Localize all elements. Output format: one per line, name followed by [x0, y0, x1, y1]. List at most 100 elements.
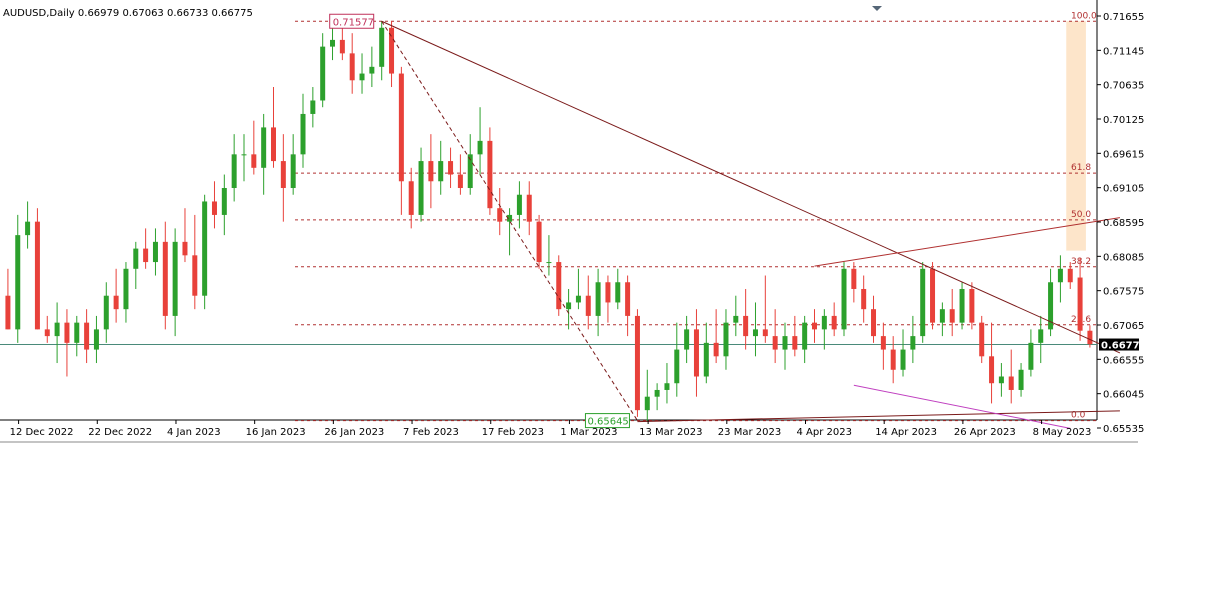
fib-label-61-8: 61.8 — [1071, 163, 1091, 173]
candle-body — [664, 383, 670, 390]
candle-body — [123, 268, 129, 310]
candle-body — [654, 389, 660, 397]
candle-body — [74, 322, 80, 343]
candle-body — [703, 342, 709, 377]
candle-body — [851, 268, 857, 289]
candle-body — [743, 315, 749, 337]
candle-body — [723, 322, 729, 357]
candle-body — [546, 262, 552, 264]
candle-body — [359, 73, 365, 81]
candle-body — [64, 322, 70, 343]
chart-header: AUDUSD,Daily 0.66979 0.67063 0.66733 0.6… — [3, 8, 253, 19]
candle-body — [408, 181, 414, 215]
candlestick-chart[interactable]: 100.061.850.038.223.60.00.715770.656450.… — [0, 0, 1222, 602]
candle-body — [526, 194, 532, 222]
candle-body — [418, 161, 424, 215]
candle-body — [900, 349, 906, 370]
candle-body — [782, 336, 788, 350]
y-tick-label: 0.70635 — [1103, 81, 1144, 92]
y-tick-label: 0.70125 — [1103, 115, 1144, 126]
candle-body — [880, 336, 886, 350]
candle-body — [497, 208, 503, 222]
candle-body — [959, 288, 965, 323]
y-tick-label: 0.66045 — [1103, 390, 1144, 401]
fib-label-100-0: 100.0 — [1071, 11, 1097, 21]
candle-body — [113, 295, 119, 310]
x-tick-label: 12 Dec 2022 — [10, 427, 74, 438]
candle-body — [84, 322, 90, 350]
candle-body — [684, 329, 690, 350]
candle-body — [556, 262, 562, 310]
candle-body — [910, 336, 916, 350]
candle-body — [182, 241, 188, 256]
x-tick-label: 26 Apr 2023 — [954, 427, 1016, 438]
y-tick-label: 0.71655 — [1103, 12, 1144, 23]
scroll-marker-icon[interactable] — [872, 6, 882, 11]
candle-body — [231, 154, 237, 189]
candle-body — [192, 255, 198, 296]
candle-body — [241, 154, 247, 156]
x-tick-label: 22 Dec 2022 — [88, 427, 152, 438]
candle-body — [939, 309, 945, 323]
candle-body — [516, 194, 522, 215]
x-tick-label: 8 May 2023 — [1033, 427, 1092, 438]
candle-body — [634, 315, 640, 411]
candle-body — [398, 73, 404, 182]
candle-body — [320, 46, 326, 101]
high-label: 0.71577 — [333, 17, 374, 28]
candle-body — [615, 282, 621, 303]
candle-body — [930, 268, 936, 323]
candle-body — [211, 201, 217, 215]
candle-body — [143, 248, 149, 263]
candle-body — [752, 329, 758, 337]
fib-label-38-2: 38.2 — [1071, 257, 1091, 267]
x-tick-label: 7 Feb 2023 — [403, 427, 459, 438]
candle-body — [1057, 268, 1063, 283]
candle-body — [1067, 268, 1073, 283]
y-tick-label: 0.68085 — [1103, 252, 1144, 263]
candle-body — [949, 309, 955, 323]
candle-body — [871, 309, 877, 337]
candle-body — [536, 221, 542, 263]
candle-body — [920, 268, 926, 337]
y-tick-label: 0.68595 — [1103, 218, 1144, 229]
candle-body — [979, 322, 985, 357]
candle-body — [1008, 376, 1014, 390]
x-tick-label: 16 Jan 2023 — [246, 427, 306, 438]
candle-body — [15, 235, 21, 330]
candle-body — [162, 241, 168, 316]
chart-area: AUDUSD,Daily 0.66979 0.67063 0.66733 0.6… — [0, 0, 1222, 602]
candle-body — [300, 113, 306, 155]
candle-body — [25, 221, 31, 236]
low-label: 0.65645 — [587, 417, 628, 428]
candle-body — [890, 349, 896, 370]
candle-body — [713, 342, 719, 357]
candle-body — [998, 376, 1004, 384]
y-tick-label: 0.69615 — [1103, 149, 1144, 160]
candle-body — [1018, 369, 1024, 390]
candle-body — [379, 27, 385, 67]
trendline-magenta-support — [853, 384, 1071, 429]
candle-body — [644, 396, 650, 411]
candle-body — [841, 268, 847, 330]
candle-body — [477, 140, 483, 155]
candle-body — [133, 248, 139, 269]
candle-body — [339, 39, 345, 54]
x-tick-label: 4 Apr 2023 — [797, 427, 852, 438]
symbol-label: AUDUSD,Daily — [3, 8, 75, 19]
candle-body — [1038, 329, 1044, 343]
candle-body — [812, 322, 817, 330]
candle-body — [428, 161, 434, 182]
candle-body — [34, 221, 40, 330]
candle-body — [831, 315, 837, 330]
y-tick-label: 0.66555 — [1103, 355, 1144, 366]
candle-body — [487, 140, 493, 209]
candle-body — [5, 295, 11, 330]
candle-body — [369, 66, 375, 74]
candle-body — [989, 356, 995, 384]
candle-body — [969, 288, 975, 323]
candle-body — [457, 174, 463, 189]
candle-body — [93, 329, 99, 350]
candle-body — [566, 302, 572, 310]
candle-body — [438, 161, 444, 182]
